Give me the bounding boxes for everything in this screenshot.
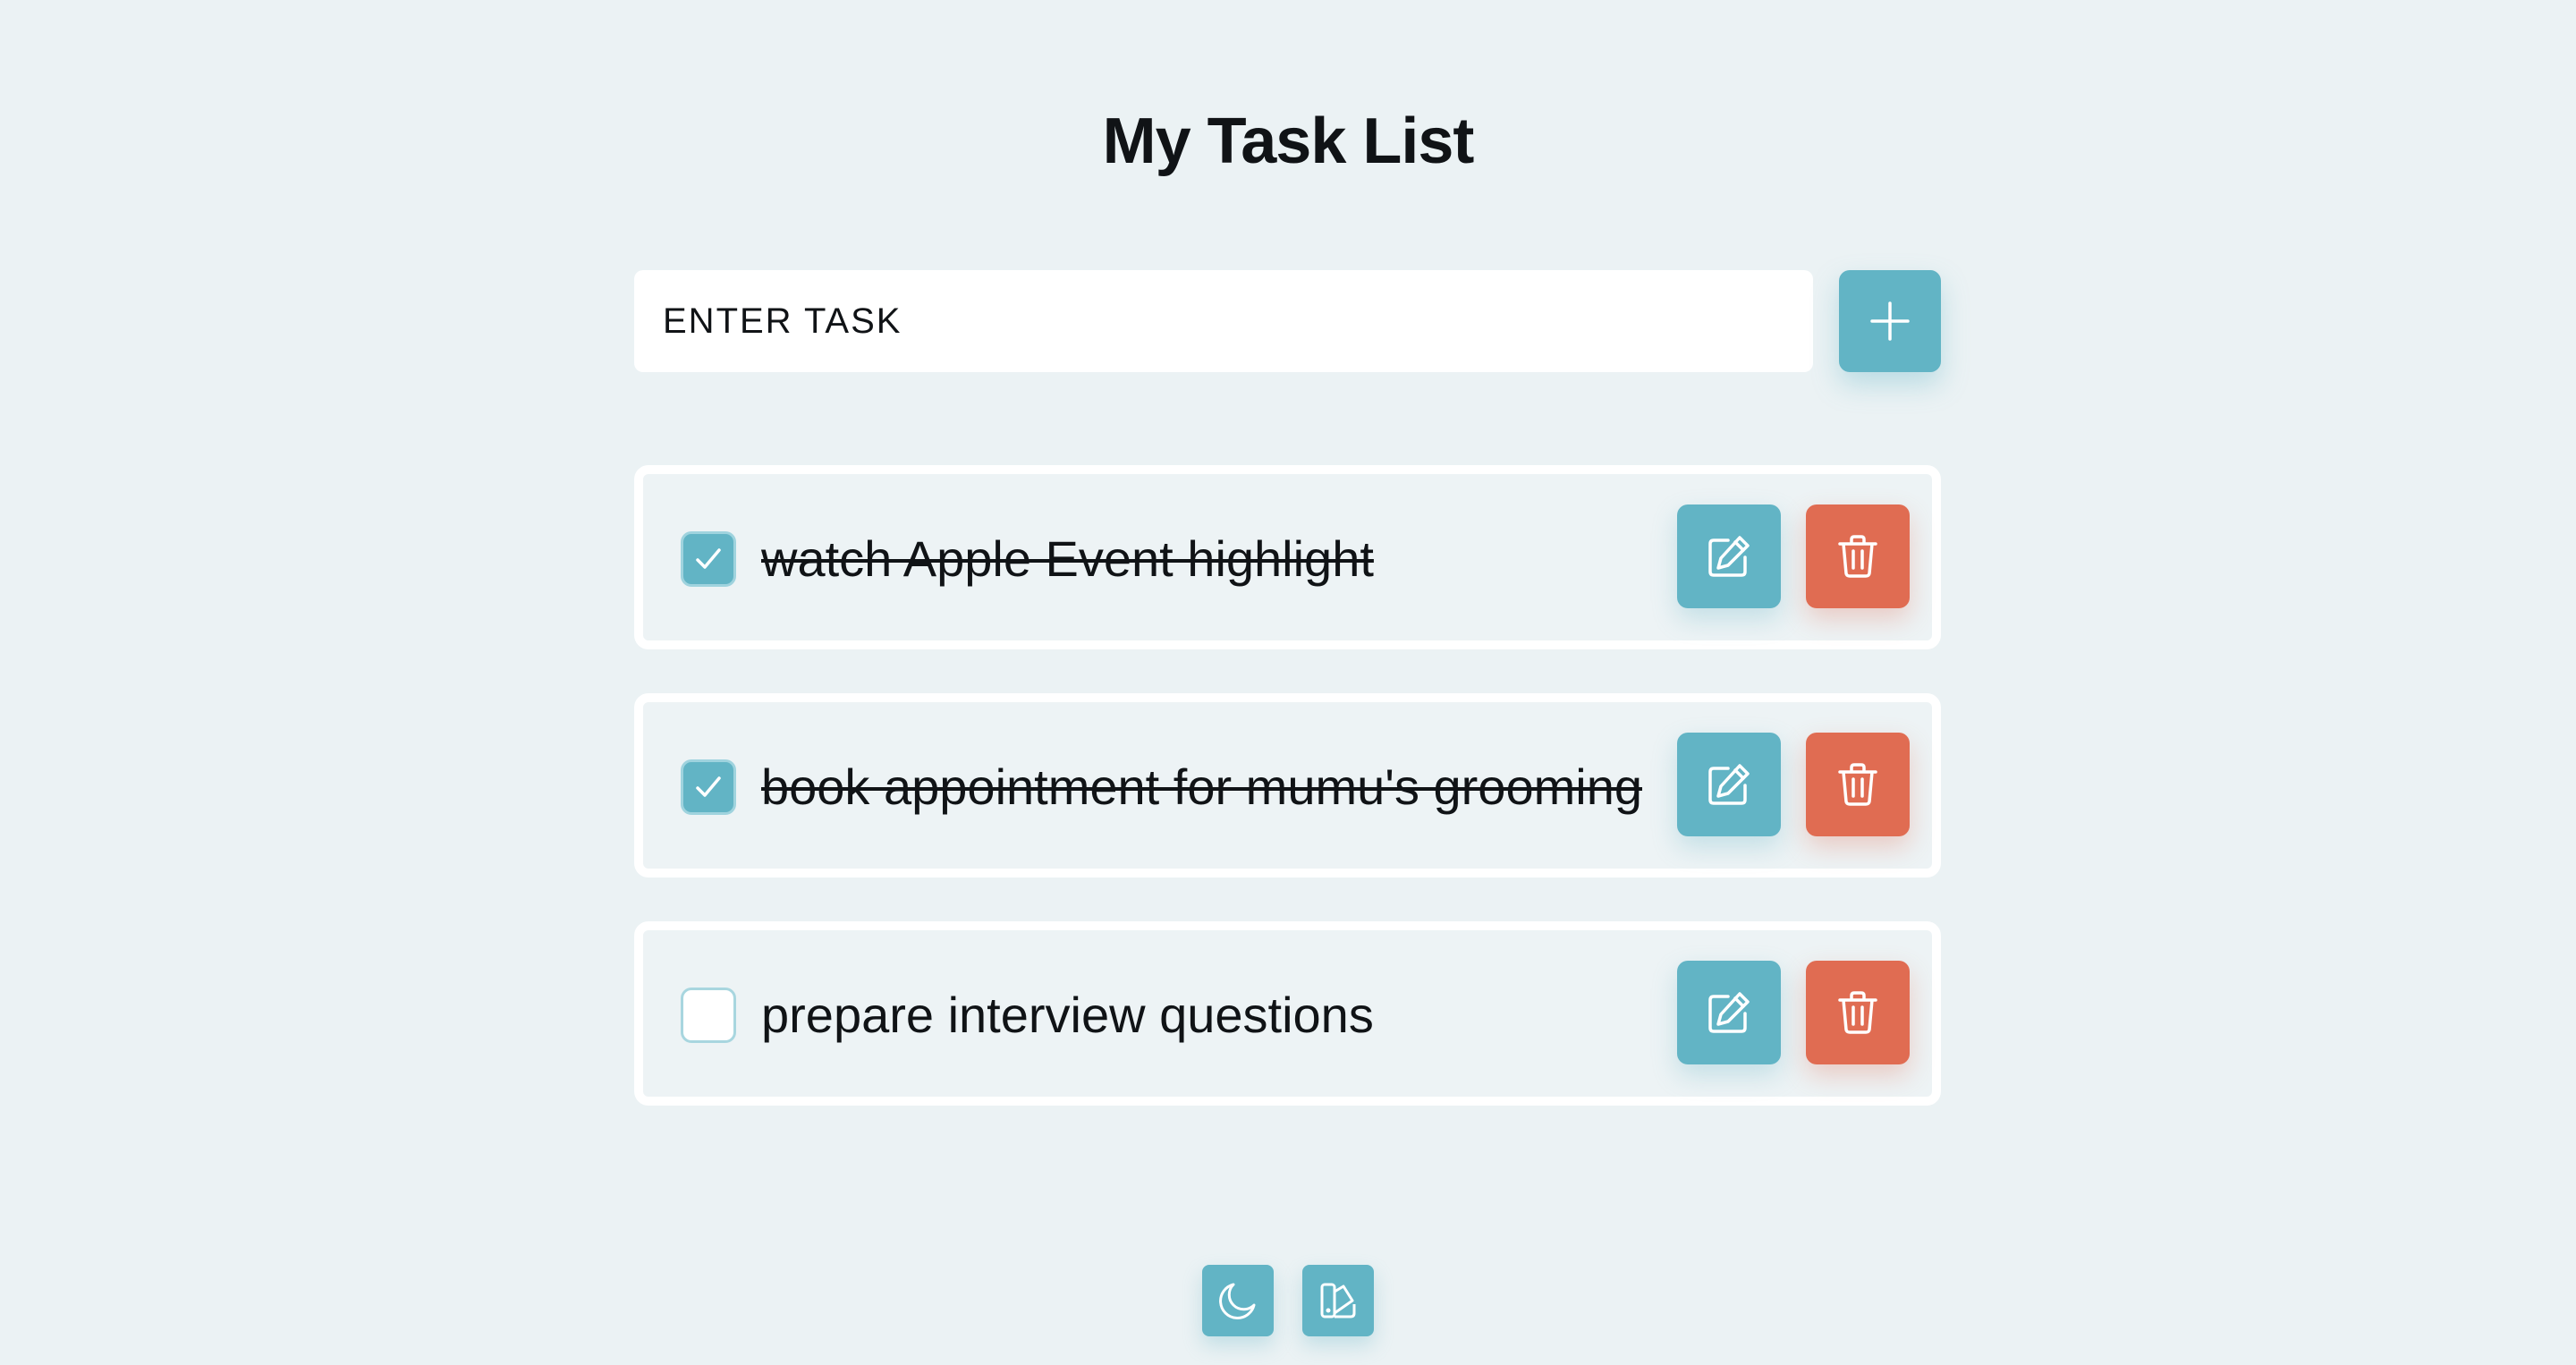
edit-task-button[interactable] [1677,961,1781,1064]
task-checkbox[interactable] [681,531,736,587]
task-input[interactable] [634,270,1813,372]
pencil-icon [1708,992,1750,1033]
trash-icon [1838,991,1877,1034]
trash-icon [1838,535,1877,578]
edit-task-button[interactable] [1677,733,1781,836]
theme-button[interactable] [1302,1265,1374,1336]
task-text: book appointment for mumu's grooming [761,759,1642,815]
task-text: watch Apple Event highlight [761,530,1374,587]
dark-mode-button[interactable] [1202,1265,1274,1336]
plus-icon [1870,301,1910,341]
task-item: book appointment for mumu's grooming [634,693,1941,878]
task-text: prepare interview questions [761,987,1374,1043]
task-item: prepare interview questions [634,921,1941,1106]
delete-task-button[interactable] [1806,961,1910,1064]
moon-icon [1219,1283,1256,1319]
trash-icon [1838,763,1877,806]
add-task-button[interactable] [1839,270,1941,372]
page-title: My Task List [1102,106,1475,177]
check-icon [696,548,721,569]
delete-task-button[interactable] [1806,504,1910,608]
task-item: watch Apple Event highlight [634,465,1941,649]
check-icon [696,776,721,797]
delete-task-button[interactable] [1806,733,1910,836]
pencil-icon [1708,764,1750,805]
palette-icon [1320,1283,1356,1318]
task-checkbox[interactable] [681,988,736,1043]
edit-task-button[interactable] [1677,504,1781,608]
pencil-icon [1708,536,1750,577]
task-checkbox[interactable] [681,759,736,815]
